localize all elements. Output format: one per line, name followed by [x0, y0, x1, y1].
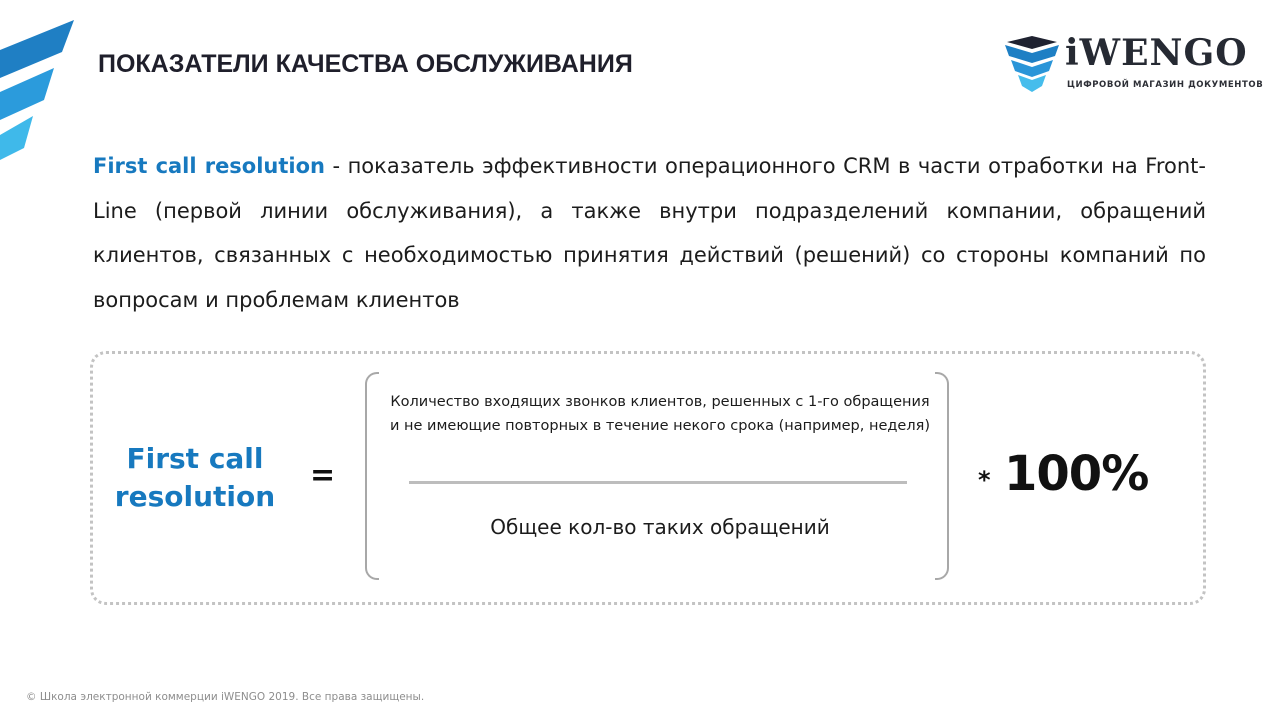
logo-shield-icon	[1005, 36, 1059, 92]
multiply-sign: *	[978, 466, 991, 494]
stripe-top	[0, 20, 74, 78]
logo-wordmark: iWENGO	[1065, 32, 1248, 74]
fraction-divider	[409, 481, 907, 484]
stripe-middle	[0, 68, 54, 120]
intro-term: First call resolution	[93, 154, 325, 178]
stripe-bottom	[0, 116, 33, 160]
logo-tagline: ЦИФРОВОЙ МАГАЗИН ДОКУМЕНТОВ	[1067, 80, 1264, 90]
formula-equals-sign: =	[310, 458, 336, 493]
brand-logo: iWENGO ЦИФРОВОЙ МАГАЗИН ДОКУМЕНТОВ	[1005, 32, 1263, 96]
formula-factor: 100%	[1004, 446, 1149, 502]
intro-paragraph: First call resolution - показатель эффек…	[93, 144, 1206, 322]
right-bracket	[935, 372, 949, 580]
formula-denominator: Общее кол-во таких обращений	[490, 515, 830, 539]
corner-decoration-stripes-icon	[0, 20, 74, 160]
formula-numerator: Количество входящих звонков клиентов, ре…	[390, 394, 930, 434]
copyright-footer: © Школа электронной коммерции iWENGO 201…	[26, 691, 425, 703]
formula-lhs: First call resolution	[114, 442, 276, 513]
page-title: ПОКАЗАТЕЛИ КАЧЕСТВА ОБСЛУЖИВАНИЯ	[98, 50, 633, 78]
left-bracket	[365, 372, 379, 580]
